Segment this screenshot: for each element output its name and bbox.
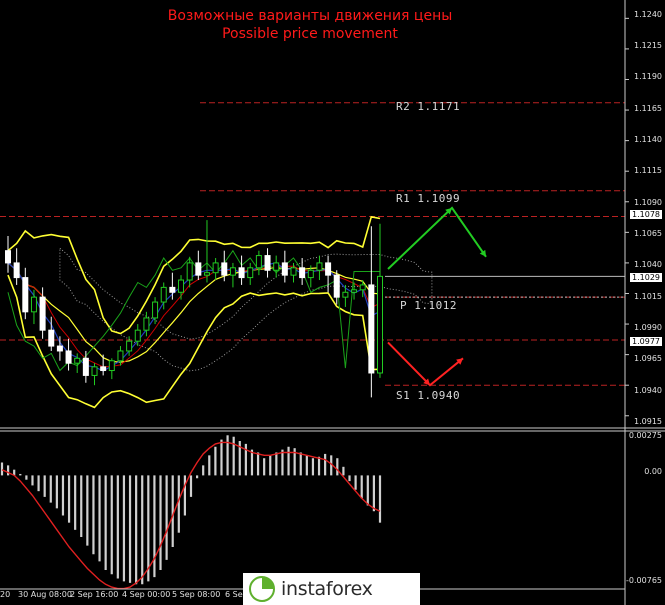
- title-english: Possible price movement: [222, 26, 398, 42]
- price-tick: 1.1190: [634, 72, 662, 81]
- instaforex-mark-icon: [249, 576, 275, 602]
- candle-body: [342, 291, 349, 298]
- price-tick: 1.0990: [634, 323, 662, 332]
- price-tick: 1.1115: [634, 166, 662, 175]
- price-tick: 1.0940: [634, 386, 662, 395]
- candle-body: [247, 267, 254, 279]
- price-chart: [0, 0, 665, 605]
- candle-body: [264, 255, 271, 271]
- s1-label: S1 1.0940: [396, 389, 461, 402]
- price-tick: 1.0965: [634, 354, 662, 363]
- time-tick: 2 Sep 16:00: [70, 590, 119, 599]
- candle-body: [65, 350, 72, 364]
- price-tag-lower: 1.0977: [630, 337, 662, 346]
- forecast-arrows: [387, 206, 487, 387]
- price-tick: 1.1040: [634, 260, 662, 269]
- candle-body: [74, 357, 81, 364]
- ichimoku-cloud: [59, 247, 433, 372]
- candle-body: [273, 262, 280, 271]
- price-tick: 1.1215: [634, 41, 662, 50]
- price-tick: 1.1065: [634, 229, 662, 238]
- candle-body: [56, 345, 63, 352]
- price-tick: 1.1090: [634, 198, 662, 207]
- cloud-area: [59, 247, 433, 372]
- pivot-label: P 1.1012: [400, 299, 457, 312]
- candle-body: [160, 286, 167, 303]
- candle-body: [186, 262, 193, 281]
- candle-body: [195, 262, 202, 276]
- candle-body: [48, 329, 55, 347]
- time-tick: 4 Sep 00:00: [122, 590, 171, 599]
- r1-label: R1 1.1099: [396, 192, 461, 205]
- candle-body: [290, 267, 297, 276]
- macd-tick-bottom: -0.00765: [626, 576, 662, 585]
- candle-body: [333, 274, 340, 298]
- price-tick: 1.1015: [634, 292, 662, 301]
- candle-body: [134, 329, 141, 342]
- candle-body: [117, 350, 124, 362]
- candle-body: [5, 250, 11, 264]
- candle-body: [221, 262, 228, 276]
- candle-body: [126, 340, 133, 352]
- indicator-lines: [7, 215, 381, 409]
- candle-body: [316, 262, 323, 271]
- candle-body: [281, 262, 288, 276]
- time-tick: 20: [0, 590, 11, 599]
- macd-panel: [0, 435, 382, 590]
- candle-body: [238, 267, 245, 279]
- candle-body: [203, 272, 210, 276]
- candle-body: [212, 262, 219, 274]
- candle-body: [229, 267, 236, 276]
- macd-tick-top: 0.00275: [628, 431, 662, 440]
- time-tick: 5 Sep 08:00: [172, 590, 221, 599]
- price-tick: 1.0915: [634, 417, 662, 426]
- chart-grid: [0, 102, 625, 386]
- candle-body: [100, 366, 107, 372]
- candle-body: [91, 366, 98, 376]
- time-tick: 30 Aug 08:00: [18, 590, 72, 599]
- candle-body: [13, 262, 20, 279]
- candle-body: [39, 296, 46, 331]
- title-russian: Возможные варианты движения цены: [167, 8, 453, 24]
- candle-body: [30, 296, 37, 313]
- macd-tick-zero: 0.00: [644, 467, 662, 476]
- candle-body: [299, 267, 306, 279]
- forecast-down-arrow: [387, 341, 464, 387]
- price-tag-upper: 1.1078: [630, 210, 662, 219]
- candle-body: [377, 275, 383, 374]
- candle-body: [351, 289, 358, 293]
- candle-body: [152, 301, 159, 319]
- candle-body: [325, 262, 332, 276]
- kijun-line: [7, 262, 381, 368]
- r2-label: R2 1.1171: [396, 100, 461, 113]
- candle-body: [143, 317, 150, 331]
- brand-name: instaforex: [281, 578, 373, 600]
- price-tick: 1.1165: [634, 104, 662, 113]
- candle-body: [178, 279, 185, 293]
- price-tick: 1.1140: [634, 135, 662, 144]
- bollinger-lower-line: [7, 274, 381, 409]
- instaforex-logo: instaforex: [243, 573, 420, 605]
- candle-body: [307, 269, 314, 279]
- price-tag-current: 1.1029: [630, 273, 662, 282]
- candle-body: [368, 284, 375, 374]
- candle-body: [359, 284, 366, 291]
- price-tick: 1.1240: [634, 10, 662, 19]
- macd-signal-line: [1, 441, 381, 590]
- candle-body: [255, 255, 262, 269]
- candle-body: [82, 357, 89, 376]
- candle-body: [22, 277, 29, 313]
- candle-body: [108, 360, 115, 372]
- candle-body: [169, 286, 176, 293]
